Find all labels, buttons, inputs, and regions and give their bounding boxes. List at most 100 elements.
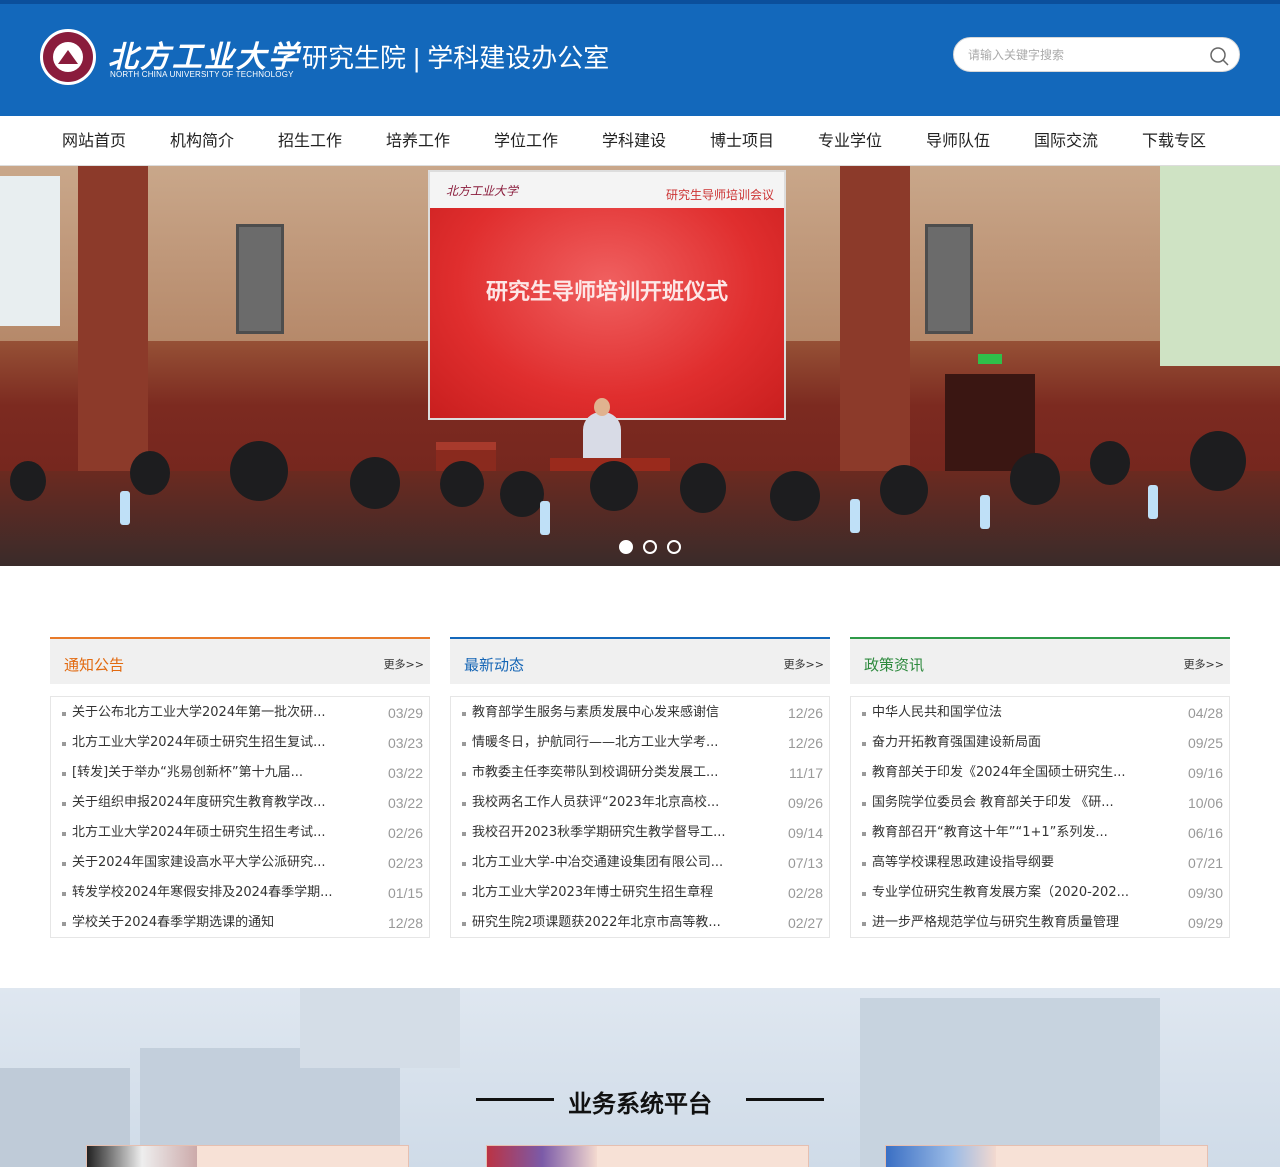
list-item[interactable]: 情暖冬日，护航同行——北方工业大学考... 12/26 — [451, 728, 829, 758]
list-item-date: 02/28 — [787, 885, 823, 901]
search-icon[interactable] — [1209, 46, 1229, 66]
list-item-title[interactable]: 奋力开拓教育强国建设新局面 — [872, 728, 1172, 758]
policy-title[interactable]: 政策资讯 — [864, 654, 924, 675]
nav-item-training[interactable]: 培养工作 — [364, 116, 472, 166]
platform-card-2[interactable] — [486, 1145, 809, 1167]
list-item[interactable]: 进一步严格规范学位与研究生教育质量管理 09/29 — [851, 908, 1229, 938]
speaker-box — [236, 224, 284, 334]
list-item-title[interactable]: 北方工业大学2024年硕士研究生招生考试... — [72, 818, 372, 848]
nav-item-home[interactable]: 网站首页 — [40, 116, 148, 166]
list-item[interactable]: 市教委主任李奕带队到校调研分类发展工... 11/17 — [451, 758, 829, 788]
bullet-icon — [862, 922, 866, 926]
list-item-title[interactable]: 我校召开2023秋季学期研究生教学督导工... — [472, 818, 772, 848]
business-platform-title: 业务系统平台 — [568, 1090, 712, 1118]
list-item-title[interactable]: 我校两名工作人员获评“2023年北京高校... — [472, 788, 772, 818]
list-item[interactable]: 我校召开2023秋季学期研究生教学督导工... 09/14 — [451, 818, 829, 848]
list-item[interactable]: 教育部关于印发《2024年全国硕士研究生... 09/16 — [851, 758, 1229, 788]
list-item-title[interactable]: 中华人民共和国学位法 — [872, 698, 1172, 728]
list-item-title[interactable]: 学校关于2024春季学期选课的通知 — [72, 908, 372, 938]
list-item[interactable]: [转发]关于举办“兆易创新杯”第十九届... 03/22 — [51, 758, 429, 788]
bullet-icon — [462, 832, 466, 836]
nav-item-degree[interactable]: 学位工作 — [472, 116, 580, 166]
policy-list: 中华人民共和国学位法 04/28 奋力开拓教育强国建设新局面 09/25 教育部关于印发… — [850, 696, 1230, 938]
nav-item-supervisors[interactable]: 导师队伍 — [904, 116, 1012, 166]
exit-sign — [978, 354, 1002, 364]
updates-title[interactable]: 最新动态 — [464, 654, 524, 675]
list-item[interactable]: 高等学校课程思政建设指导纲要 07/21 — [851, 848, 1229, 878]
list-item-title[interactable]: 北方工业大学2023年博士研究生招生章程 — [472, 878, 772, 908]
platform-card-3[interactable] — [885, 1145, 1208, 1167]
list-item-date: 11/17 — [789, 765, 823, 781]
nav-item-discipline[interactable]: 学科建设 — [580, 116, 688, 166]
slider-dot-2[interactable] — [643, 540, 657, 554]
list-item-title[interactable]: 教育部学生服务与素质发展中心发来感谢信 — [472, 698, 772, 728]
bullet-icon — [862, 742, 866, 746]
bullet-icon — [62, 712, 66, 716]
list-item-date: 06/16 — [1187, 825, 1223, 841]
list-item[interactable]: 中华人民共和国学位法 04/28 — [851, 698, 1229, 728]
list-item-title[interactable]: 关于组织申报2024年度研究生教育教学改... — [72, 788, 372, 818]
updates-more-link[interactable]: 更多>> — [784, 656, 824, 672]
list-item-title[interactable]: 教育部召开“教育这十年”“1+1”系列发... — [872, 818, 1172, 848]
list-item[interactable]: 教育部召开“教育这十年”“1+1”系列发... 06/16 — [851, 818, 1229, 848]
list-item-date: 09/26 — [787, 795, 823, 811]
bullet-icon — [62, 802, 66, 806]
list-item-title[interactable]: 专业学位研究生教育发展方案（2020-202... — [872, 878, 1172, 908]
list-item-title[interactable]: 北方工业大学-中冶交通建设集团有限公司... — [472, 848, 772, 878]
nav-item-professional-degree[interactable]: 专业学位 — [796, 116, 904, 166]
platform-card-1[interactable] — [86, 1145, 409, 1167]
nav-item-about[interactable]: 机构简介 — [148, 116, 256, 166]
nav-item-downloads[interactable]: 下载专区 — [1120, 116, 1228, 166]
bullet-icon — [62, 862, 66, 866]
bullet-icon — [862, 712, 866, 716]
list-item[interactable]: 北方工业大学-中冶交通建设集团有限公司... 07/13 — [451, 848, 829, 878]
bullet-icon — [462, 922, 466, 926]
list-item[interactable]: 北方工业大学2023年博士研究生招生章程 02/28 — [451, 878, 829, 908]
title-divider-right — [746, 1098, 824, 1101]
list-item[interactable]: 北方工业大学2024年硕士研究生招生考试... 02/26 — [51, 818, 429, 848]
list-item-title[interactable]: 教育部关于印发《2024年全国硕士研究生... — [872, 758, 1172, 788]
list-item[interactable]: 关于2024年国家建设高水平大学公派研究... 02/23 — [51, 848, 429, 878]
list-item-title[interactable]: 北方工业大学2024年硕士研究生招生复试... — [72, 728, 372, 758]
list-item-title[interactable]: 关于2024年国家建设高水平大学公派研究... — [72, 848, 372, 878]
list-item-title[interactable]: 国务院学位委员会 教育部关于印发 《研... — [872, 788, 1172, 818]
slider-dot-1[interactable] — [619, 540, 633, 554]
list-item[interactable]: 国务院学位委员会 教育部关于印发 《研... 10/06 — [851, 788, 1229, 818]
list-item[interactable]: 教育部学生服务与素质发展中心发来感谢信 12/26 — [451, 698, 829, 728]
list-item[interactable]: 奋力开拓教育强国建设新局面 09/25 — [851, 728, 1229, 758]
list-item-title[interactable]: 进一步严格规范学位与研究生教育质量管理 — [872, 908, 1172, 938]
list-item-title[interactable]: 高等学校课程思政建设指导纲要 — [872, 848, 1172, 878]
list-item-title[interactable]: 市教委主任李奕带队到校调研分类发展工... — [472, 758, 772, 788]
bullet-icon — [862, 892, 866, 896]
slider-dot-3[interactable] — [667, 540, 681, 554]
list-item-title[interactable]: 关于公布北方工业大学2024年第一批次研... — [72, 698, 372, 728]
university-english-name: NORTH CHINA UNIVERSITY OF TECHNOLOGY — [110, 70, 294, 79]
list-item[interactable]: 专业学位研究生教育发展方案（2020-202... 09/30 — [851, 878, 1229, 908]
list-item[interactable]: 学校关于2024春季学期选课的通知 12/28 — [51, 908, 429, 938]
list-item-title[interactable]: 情暖冬日，护航同行——北方工业大学考... — [472, 728, 772, 758]
nav-item-admissions[interactable]: 招生工作 — [256, 116, 364, 166]
list-item[interactable]: 关于组织申报2024年度研究生教育教学改... 03/22 — [51, 788, 429, 818]
list-item[interactable]: 转发学校2024年寒假安排及2024春季学期... 01/15 — [51, 878, 429, 908]
policy-more-link[interactable]: 更多>> — [1184, 656, 1224, 672]
list-item[interactable]: 研究生院2项课题获2022年北京市高等教... 02/27 — [451, 908, 829, 938]
university-seal-logo[interactable] — [40, 29, 96, 85]
list-item-title[interactable]: 研究生院2项课题获2022年北京市高等教... — [472, 908, 772, 938]
notices-title[interactable]: 通知公告 — [64, 654, 124, 675]
list-item-date: 01/15 — [387, 885, 423, 901]
list-item[interactable]: 北方工业大学2024年硕士研究生招生复试... 03/23 — [51, 728, 429, 758]
speaker-box — [925, 224, 973, 334]
hero-banner[interactable]: 北方工业大学 研究生导师培训会议 研究生导师培训开班仪式 — [0, 166, 1280, 566]
search-input[interactable] — [968, 46, 1198, 64]
notices-more-link[interactable]: 更多>> — [384, 656, 424, 672]
list-item-date: 12/26 — [787, 705, 823, 721]
list-item[interactable]: 关于公布北方工业大学2024年第一批次研... 03/29 — [51, 698, 429, 728]
nav-item-international[interactable]: 国际交流 — [1012, 116, 1120, 166]
policy-column: 政策资讯 更多>> 中华人民共和国学位法 04/28 奋力开拓教育强国建设新局面 09… — [850, 637, 1230, 938]
notices-list: 关于公布北方工业大学2024年第一批次研... 03/29 北方工业大学2024年硕… — [50, 696, 430, 938]
site-header: 北方工业大学 NORTH CHINA UNIVERSITY OF TECHNOL… — [0, 4, 1280, 116]
list-item-title[interactable]: 转发学校2024年寒假安排及2024春季学期... — [72, 878, 372, 908]
list-item[interactable]: 我校两名工作人员获评“2023年北京高校... 09/26 — [451, 788, 829, 818]
list-item-title[interactable]: [转发]关于举办“兆易创新杯”第十九届... — [72, 758, 372, 788]
nav-item-doctoral[interactable]: 博士项目 — [688, 116, 796, 166]
